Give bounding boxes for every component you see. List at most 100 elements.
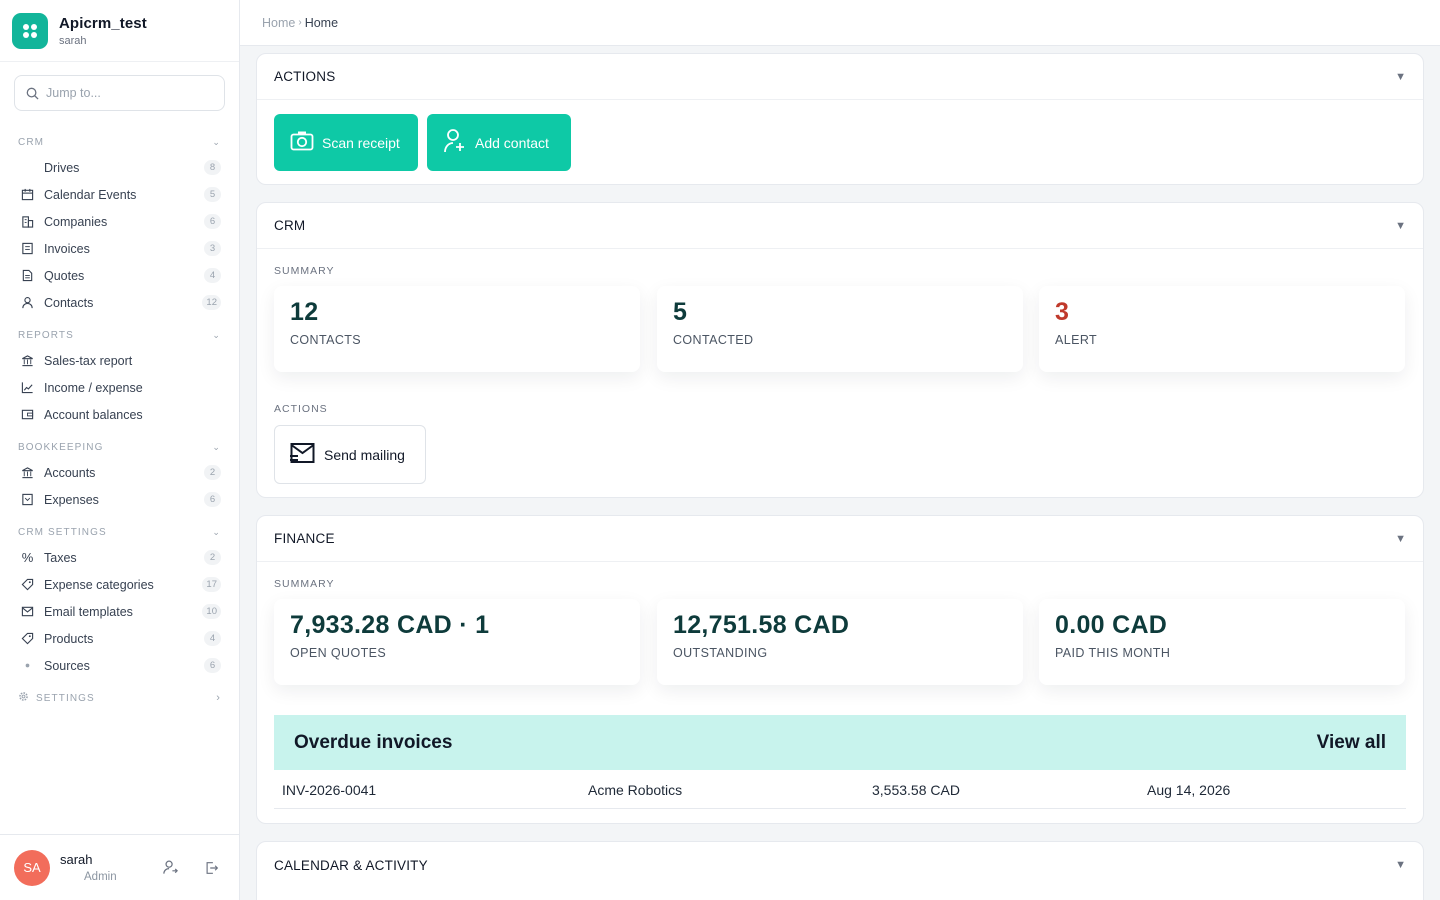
stat-caption: CONTACTS (290, 333, 362, 347)
sidebar-item-label: Products (44, 631, 94, 646)
stat-value: 12,751.58 CAD (673, 611, 850, 639)
card-title: CRM (274, 218, 306, 233)
sidebar-item-taxes[interactable]: % Taxes 2 (0, 544, 239, 571)
collapse-caret-icon[interactable]: ▼ (1395, 859, 1406, 871)
button-label: Send mailing (324, 446, 405, 463)
actions-card-header[interactable]: ACTIONS ▼ (257, 54, 1423, 100)
count-badge: 5 (204, 187, 221, 202)
stat-value: 3 (1055, 298, 1070, 326)
app-logo-icon (12, 12, 48, 49)
sidebar-item-income-expense[interactable]: Income / expense (0, 374, 239, 401)
breadcrumb-separator-icon: › (298, 17, 302, 28)
section-title: CRM (18, 136, 45, 148)
sidebar-item-label: Income / expense (44, 380, 143, 395)
receipt-icon (20, 492, 35, 507)
sidebar-item-sources[interactable]: Sources 6 (0, 652, 239, 679)
bank-icon (20, 353, 35, 368)
sidebar-item-label: Sales-tax report (44, 353, 133, 368)
brand[interactable]: Apicrm_test sarah (0, 0, 239, 62)
section-header-bookkeeping[interactable]: BOOKKEEPING ⌄ (0, 435, 239, 459)
sidebar-item-invoices[interactable]: Invoices 3 (0, 235, 239, 262)
invoice-amount: 3,553.58 CAD (872, 782, 960, 798)
blank-icon (20, 160, 35, 175)
table-row[interactable]: INV-2026-0041 Acme Robotics 3,553.58 CAD… (274, 770, 1406, 809)
switch-user-icon[interactable] (157, 855, 183, 881)
button-label: Scan receipt (322, 134, 400, 151)
collapse-caret-icon[interactable]: ▼ (1395, 220, 1406, 232)
count-badge: 10 (202, 604, 221, 619)
sidebar-item-expenses[interactable]: Expenses 6 (0, 486, 239, 513)
sidebar-item-label: Calendar Events (44, 187, 137, 202)
sidebar-item-settings[interactable]: SETTINGS › (0, 685, 239, 711)
sidebar: Apicrm_test sarah CRM ⌄ Drives 8 Calenda… (0, 0, 240, 900)
sidebar-item-label: Email templates (44, 604, 133, 619)
stat-contacts[interactable]: 12 CONTACTS (274, 286, 640, 372)
scan-receipt-button[interactable]: Scan receipt (274, 114, 418, 171)
add-contact-button[interactable]: Add contact (427, 114, 571, 171)
tag-icon (20, 577, 35, 592)
count-badge: 6 (204, 492, 221, 507)
stat-caption: PAID THIS MONTH (1055, 646, 1171, 660)
stat-outstanding[interactable]: 12,751.58 CAD OUTSTANDING (657, 599, 1023, 685)
sidebar-item-account-balances[interactable]: Account balances (0, 401, 239, 428)
invoice-icon (20, 241, 35, 256)
section-header-crm[interactable]: CRM ⌄ (0, 130, 239, 154)
sidebar-item-email-templates[interactable]: Email templates 10 (0, 598, 239, 625)
search-input[interactable] (46, 86, 216, 100)
sidebar-item-label: Contacts (44, 295, 94, 310)
finance-card-header[interactable]: FINANCE ▼ (257, 516, 1423, 562)
actions-card: ACTIONS ▼ Scan receipt Add contact (256, 53, 1424, 185)
calendar-card-header[interactable]: CALENDAR & ACTIVITY ▼ (257, 842, 1423, 888)
sidebar-item-label: Drives (44, 160, 80, 175)
stat-paid-this-month[interactable]: 0.00 CAD PAID THIS MONTH (1039, 599, 1405, 685)
sidebar-item-accounts[interactable]: Accounts 2 (0, 459, 239, 486)
tag-icon (20, 631, 35, 646)
sidebar-item-products[interactable]: Products 4 (0, 625, 239, 652)
avatar[interactable]: SA (14, 849, 50, 886)
stat-value: 7,933.28 CAD · 1 (290, 611, 490, 639)
count-badge: 4 (204, 268, 221, 283)
logout-icon[interactable] (199, 855, 225, 881)
count-badge: 3 (204, 241, 221, 256)
sidebar-item-label: Accounts (44, 465, 96, 480)
view-all-link[interactable]: View all (1317, 732, 1386, 754)
sidebar-item-label: Taxes (44, 550, 77, 565)
dot-icon (20, 658, 35, 673)
stat-caption: OPEN QUOTES (290, 646, 387, 660)
user-name: sarah (60, 852, 93, 867)
invoice-number[interactable]: INV-2026-0041 (282, 782, 376, 798)
sidebar-item-quotes[interactable]: Quotes 4 (0, 262, 239, 289)
sidebar-item-drives[interactable]: Drives 8 (0, 154, 239, 181)
add-person-icon (443, 128, 467, 157)
collapse-caret-icon[interactable]: ▼ (1395, 533, 1406, 545)
sidebar-item-contacts[interactable]: Contacts 12 (0, 289, 239, 316)
finance-card: FINANCE ▼ SUMMARY 7,933.28 CAD · 1 OPEN … (256, 515, 1424, 824)
collapse-caret-icon[interactable]: ▼ (1395, 71, 1406, 83)
search-box[interactable] (14, 75, 225, 111)
stat-value: 0.00 CAD (1055, 611, 1168, 639)
count-badge: 2 (204, 550, 221, 565)
stat-caption: OUTSTANDING (673, 646, 768, 660)
button-label: Add contact (475, 134, 549, 151)
sidebar-item-companies[interactable]: Companies 6 (0, 208, 239, 235)
chevron-down-icon: ⌄ (212, 329, 221, 340)
sidebar-item-label: Account balances (44, 407, 143, 422)
summary-label: SUMMARY (274, 578, 335, 590)
stat-contacted[interactable]: 5 CONTACTED (657, 286, 1023, 372)
sidebar-item-expense-categories[interactable]: Expense categories 17 (0, 571, 239, 598)
card-title: ACTIONS (274, 69, 336, 84)
crm-card-header[interactable]: CRM ▼ (257, 203, 1423, 249)
section-header-crm-settings[interactable]: CRM SETTINGS ⌄ (0, 520, 239, 544)
sidebar-item-label: Companies (44, 214, 108, 229)
sidebar-item-calendar-events[interactable]: Calendar Events 5 (0, 181, 239, 208)
mail-icon (20, 604, 35, 619)
send-mailing-button[interactable]: Send mailing (274, 425, 426, 484)
breadcrumb-home-link[interactable]: Home (262, 16, 295, 30)
stat-open-quotes[interactable]: 7,933.28 CAD · 1 OPEN QUOTES (274, 599, 640, 685)
section-header-reports[interactable]: REPORTS ⌄ (0, 323, 239, 347)
stat-alert[interactable]: 3 ALERT (1039, 286, 1405, 372)
count-badge: 6 (204, 658, 221, 673)
sidebar-item-sales-tax-report[interactable]: Sales-tax report (0, 347, 239, 374)
sidebar-item-label: Invoices (44, 241, 90, 256)
chevron-right-icon: › (216, 692, 221, 704)
